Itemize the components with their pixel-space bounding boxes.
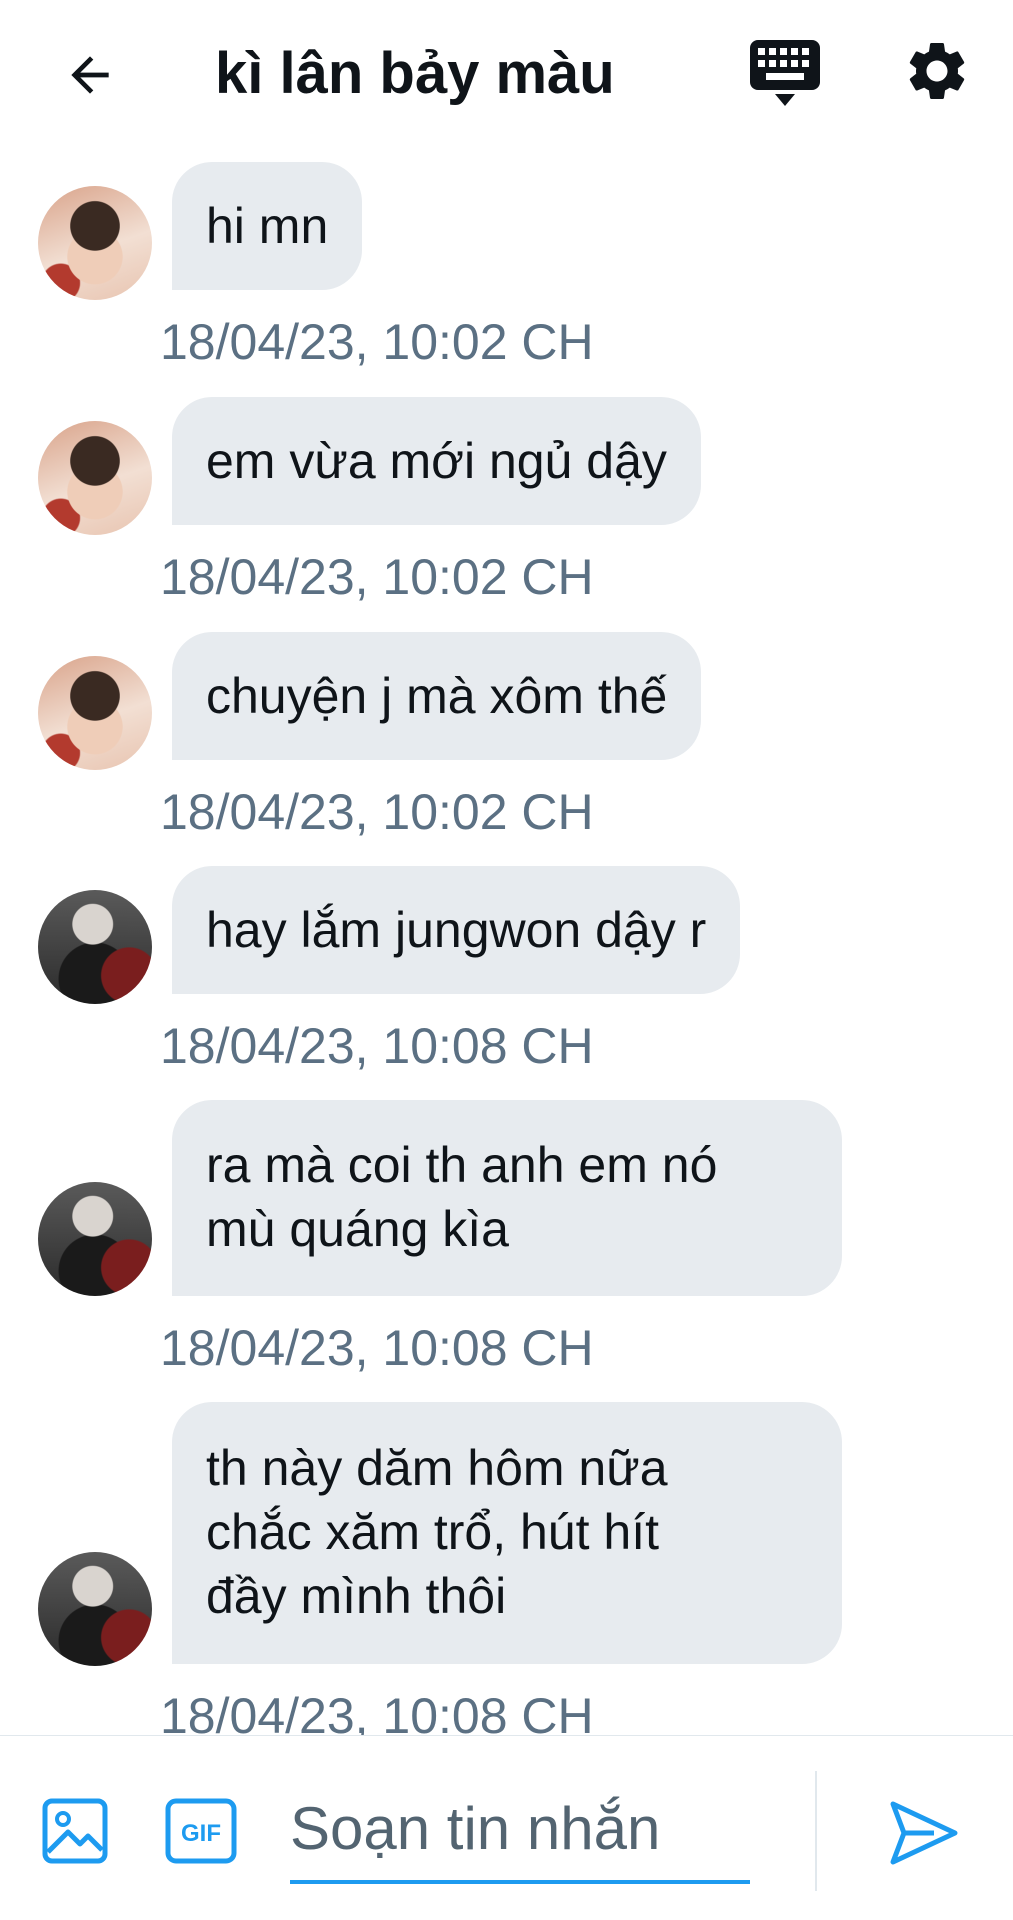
message-input[interactable] (290, 1776, 750, 1884)
gif-icon: GIF (165, 1798, 237, 1864)
message-text: đầy mình thôi (206, 1568, 507, 1624)
add-media-button[interactable] (42, 1798, 108, 1864)
avatar[interactable] (38, 421, 152, 535)
avatar[interactable] (38, 186, 152, 300)
message-text: chuyện j mà xôm thế (206, 668, 668, 724)
avatar[interactable] (38, 1182, 152, 1296)
image-icon (42, 1798, 108, 1864)
message-timestamp: 18/04/23, 10:08 CH (160, 1688, 594, 1735)
send-button[interactable] (888, 1798, 960, 1868)
message-text: em vừa mới ngủ dậy (206, 433, 667, 489)
message-bubble[interactable]: hi mn (172, 162, 363, 290)
dm-conversation-screen: kì lân bảy màu hi mn 18/04/23, 10:02 CH … (0, 0, 1013, 1920)
message-bubble[interactable]: em vừa mới ngủ dậy (172, 397, 701, 525)
add-gif-button[interactable]: GIF (165, 1798, 237, 1864)
back-button[interactable] (55, 40, 125, 110)
avatar[interactable] (38, 890, 152, 1004)
message-text: mù quáng kìa (206, 1201, 509, 1257)
message-timestamp: 18/04/23, 10:02 CH (160, 314, 594, 370)
arrow-left-icon (71, 56, 109, 94)
message-text: hay lắm jungwon dậy r (206, 902, 707, 958)
gear-icon (909, 42, 965, 99)
avatar[interactable] (38, 1552, 152, 1666)
message-text: ra mà coi th anh em nó (206, 1137, 718, 1193)
message-timestamp: 18/04/23, 10:02 CH (160, 784, 594, 840)
message-text: hi mn (206, 198, 329, 254)
message-text: chắc xăm trổ, hút hít (206, 1504, 659, 1560)
message-composer: GIF (0, 1735, 1013, 1920)
gif-label: GIF (181, 1820, 221, 1847)
message-bubble[interactable]: ra mà coi th anh em nó mù quáng kìa (172, 1100, 842, 1296)
send-icon (890, 1801, 958, 1865)
message-timestamp: 18/04/23, 10:02 CH (160, 549, 594, 605)
settings-button[interactable] (902, 36, 972, 106)
message-bubble[interactable]: hay lắm jungwon dậy r (172, 866, 741, 994)
message-list[interactable]: hi mn 18/04/23, 10:02 CH em vừa mới ngủ … (0, 150, 1013, 1735)
avatar[interactable] (38, 656, 152, 770)
keyboard-icon (750, 40, 820, 106)
message-timestamp: 18/04/23, 10:08 CH (160, 1320, 594, 1376)
message-timestamp: 18/04/23, 10:08 CH (160, 1018, 594, 1074)
message-text: th này dăm hôm nữa (206, 1440, 668, 1496)
conversation-title: kì lân bảy màu (215, 41, 615, 106)
message-bubble[interactable]: chuyện j mà xôm thế (172, 632, 702, 760)
composer-divider (815, 1771, 817, 1891)
keyboard-button[interactable] (748, 38, 822, 108)
conversation-header: kì lân bảy màu (0, 0, 1013, 150)
message-bubble[interactable]: th này dăm hôm nữa chắc xăm trổ, hút hít… (172, 1402, 842, 1664)
